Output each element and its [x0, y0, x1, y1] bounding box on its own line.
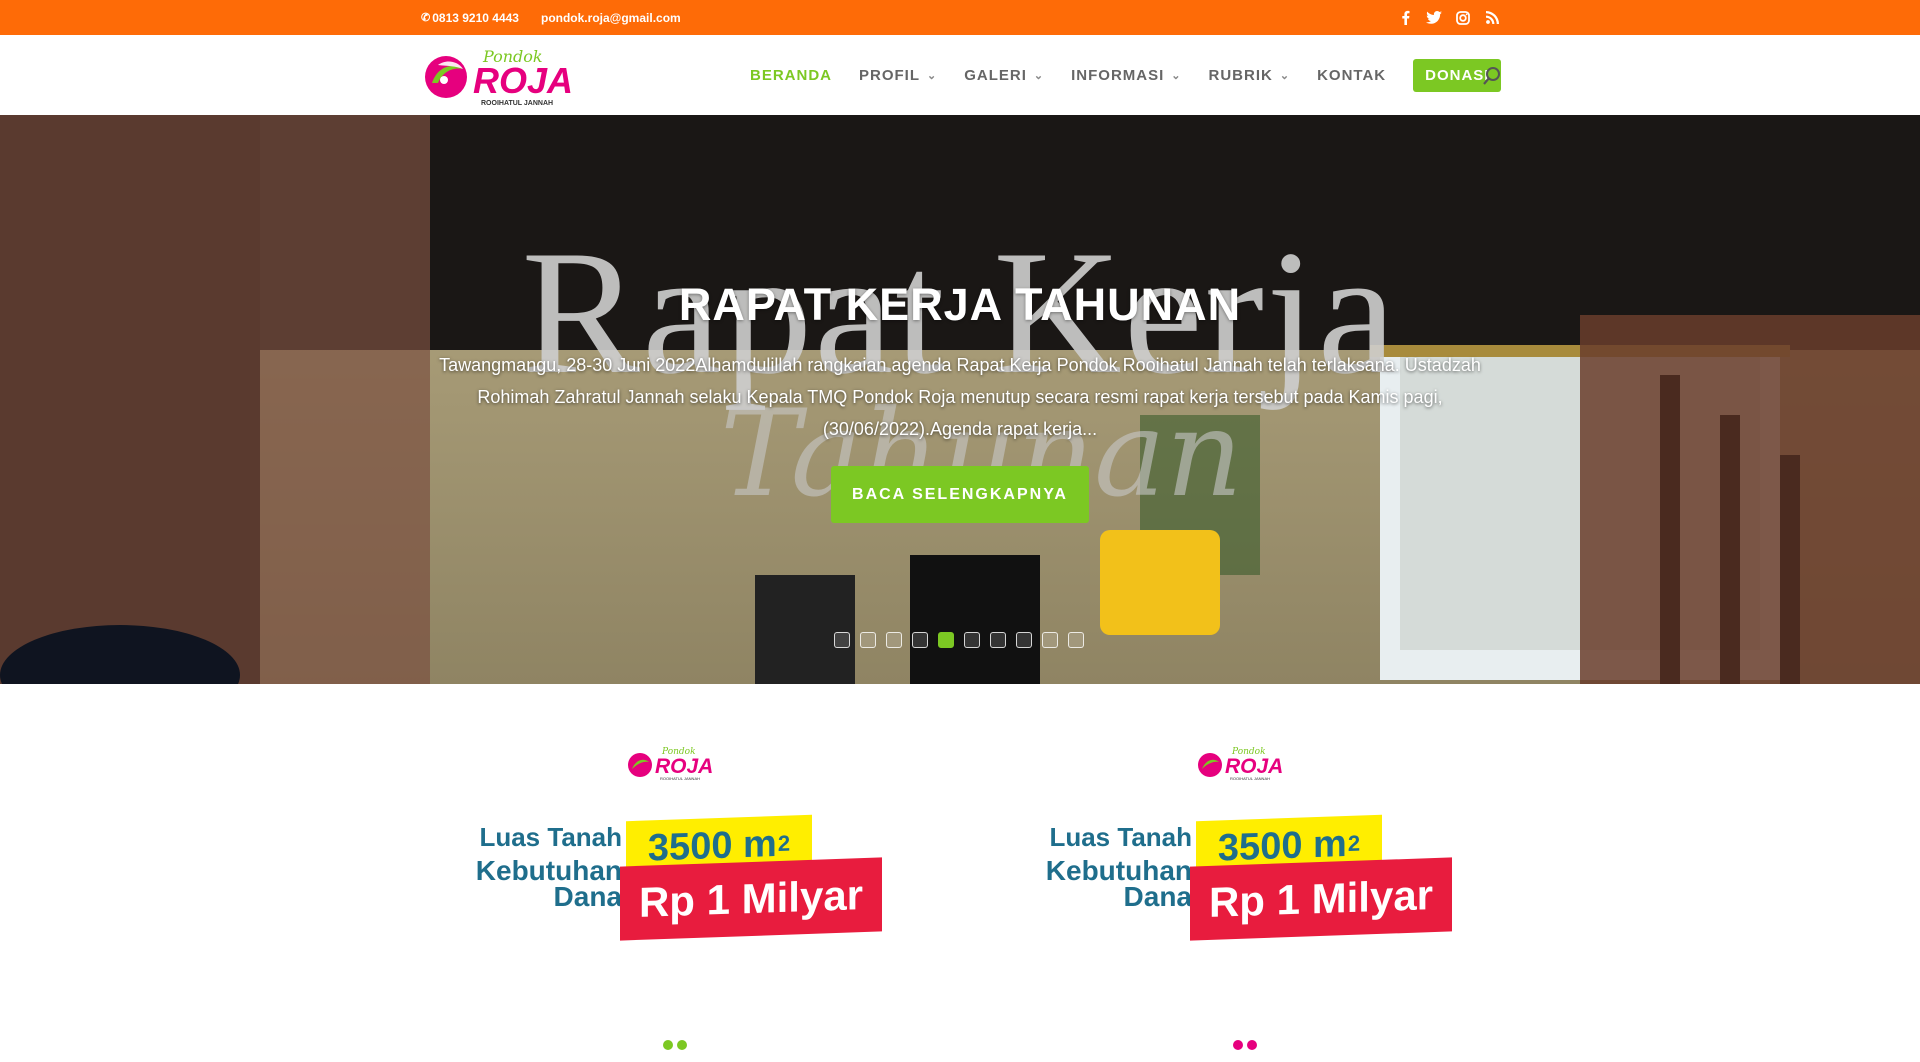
donation-card[interactable]: Pondok ROJA ROOIHATUL JANNAH Luas Tanah … — [1032, 735, 1472, 941]
land-area-unit-exponent: 2 — [1347, 830, 1361, 856]
slide-dot[interactable] — [990, 632, 1006, 648]
top-bar: ✆ 0813 9210 4443 pondok.roja@gmail.com — [0, 0, 1920, 35]
chevron-down-icon: ⌄ — [927, 69, 938, 82]
main-header: Pondok ROJA ROOIHATUL JANNAH BERANDA PRO… — [0, 35, 1920, 115]
slide-dot[interactable] — [1068, 632, 1084, 648]
nav-kontak-label: KONTAK — [1317, 66, 1387, 84]
card-logo: Pondok ROJA ROOIHATUL JANNAH — [1198, 747, 1283, 781]
nav-informasi-label: INFORMASI — [1071, 66, 1165, 84]
chevron-down-icon: ⌄ — [1279, 69, 1291, 82]
fund-need-value: Rp 1 Milyar — [1190, 857, 1452, 941]
read-more-button[interactable]: BACA SELENGKAPNYA — [831, 466, 1089, 523]
rss-icon[interactable] — [1484, 10, 1500, 26]
slide-title[interactable]: RAPAT KERJA TAHUNAN — [0, 279, 1920, 331]
card-labels: Luas Tanah Kebutuhan Dana — [1032, 822, 1192, 913]
phone-number[interactable]: 0813 9210 4443 — [432, 11, 519, 25]
fund-need-label: Kebutuhan Dana — [475, 854, 622, 913]
card-pager — [663, 1040, 687, 1050]
pager-dot[interactable] — [1233, 1040, 1243, 1050]
email-address[interactable]: pondok.roja@gmail.com — [541, 11, 681, 25]
contact-info: ✆ 0813 9210 4443 pondok.roja@gmail.com — [421, 0, 681, 35]
chevron-down-icon: ⌄ — [1033, 69, 1045, 82]
slide-dot[interactable] — [886, 632, 902, 648]
land-area-unit-exponent: 2 — [777, 830, 791, 856]
nav-beranda-label: BERANDA — [750, 66, 832, 84]
pager-dot[interactable] — [677, 1040, 687, 1050]
nav-profil[interactable]: PROFIL ⌄ — [859, 67, 937, 84]
twitter-icon[interactable] — [1426, 10, 1442, 26]
facebook-icon[interactable] — [1397, 10, 1413, 26]
land-area-label: Luas Tanah — [479, 822, 622, 852]
nav-rubrik[interactable]: RUBRIK ⌄ — [1209, 67, 1291, 84]
slide-dot[interactable] — [860, 632, 876, 648]
phone-icon: ✆ — [421, 12, 431, 24]
slide-dot[interactable] — [912, 632, 928, 648]
slide-dot[interactable] — [1016, 632, 1032, 648]
pager-dot[interactable] — [1247, 1040, 1257, 1050]
nav-rubrik-label: RUBRIK — [1208, 66, 1273, 84]
search-icon[interactable] — [1482, 66, 1502, 86]
donation-card[interactable]: Pondok ROJA ROOIHATUL JANNAH Luas Tanah … — [462, 735, 902, 941]
svg-text:ROOIHATUL JANNAH: ROOIHATUL JANNAH — [481, 100, 553, 107]
svg-text:ROJA: ROJA — [1225, 755, 1283, 778]
svg-text:ROJA: ROJA — [655, 755, 713, 778]
instagram-icon[interactable] — [1455, 10, 1471, 26]
chevron-down-icon: ⌄ — [1171, 69, 1182, 82]
pager-dot[interactable] — [663, 1040, 673, 1050]
nav-profil-label: PROFIL — [859, 66, 920, 84]
slide-excerpt: Tawangmangu, 28-30 Juni 2022Alhamdulilla… — [439, 355, 1481, 439]
nav-galeri-label: GALERI — [964, 66, 1027, 84]
fund-need-label: Kebutuhan Dana — [1045, 854, 1192, 913]
slide-dot[interactable] — [834, 632, 850, 648]
svg-text:ROJA: ROJA — [473, 60, 573, 101]
site-logo[interactable]: Pondok ROJA ROOIHATUL JANNAH — [421, 43, 591, 107]
svg-text:ROOIHATUL JANNAH: ROOIHATUL JANNAH — [1230, 776, 1270, 781]
slide-dot[interactable] — [1042, 632, 1058, 648]
slide-dot[interactable] — [964, 632, 980, 648]
hero-slider: Rapat Kerja Tahunan RAPAT KERJA TAHUNAN … — [0, 115, 1920, 684]
social-links — [1397, 0, 1500, 35]
card-logo: Pondok ROJA ROOIHATUL JANNAH — [628, 747, 713, 781]
land-area-label: Luas Tanah — [1049, 822, 1192, 852]
fund-need-value: Rp 1 Milyar — [620, 857, 882, 941]
svg-text:ROOIHATUL JANNAH: ROOIHATUL JANNAH — [660, 776, 700, 781]
nav-informasi[interactable]: INFORMASI ⌄ — [1071, 67, 1181, 84]
nav-kontak[interactable]: KONTAK — [1317, 67, 1386, 84]
nav-galeri[interactable]: GALERI ⌄ — [964, 67, 1044, 84]
card-pager — [1233, 1040, 1257, 1050]
slide-dot[interactable] — [938, 632, 954, 648]
nav-beranda[interactable]: BERANDA — [750, 67, 832, 84]
card-labels: Luas Tanah Kebutuhan Dana — [462, 822, 622, 913]
main-nav: BERANDA PROFIL ⌄ GALERI ⌄ INFORMASI ⌄ RUBRI… — [750, 35, 1502, 115]
slider-pagination — [834, 632, 1084, 648]
